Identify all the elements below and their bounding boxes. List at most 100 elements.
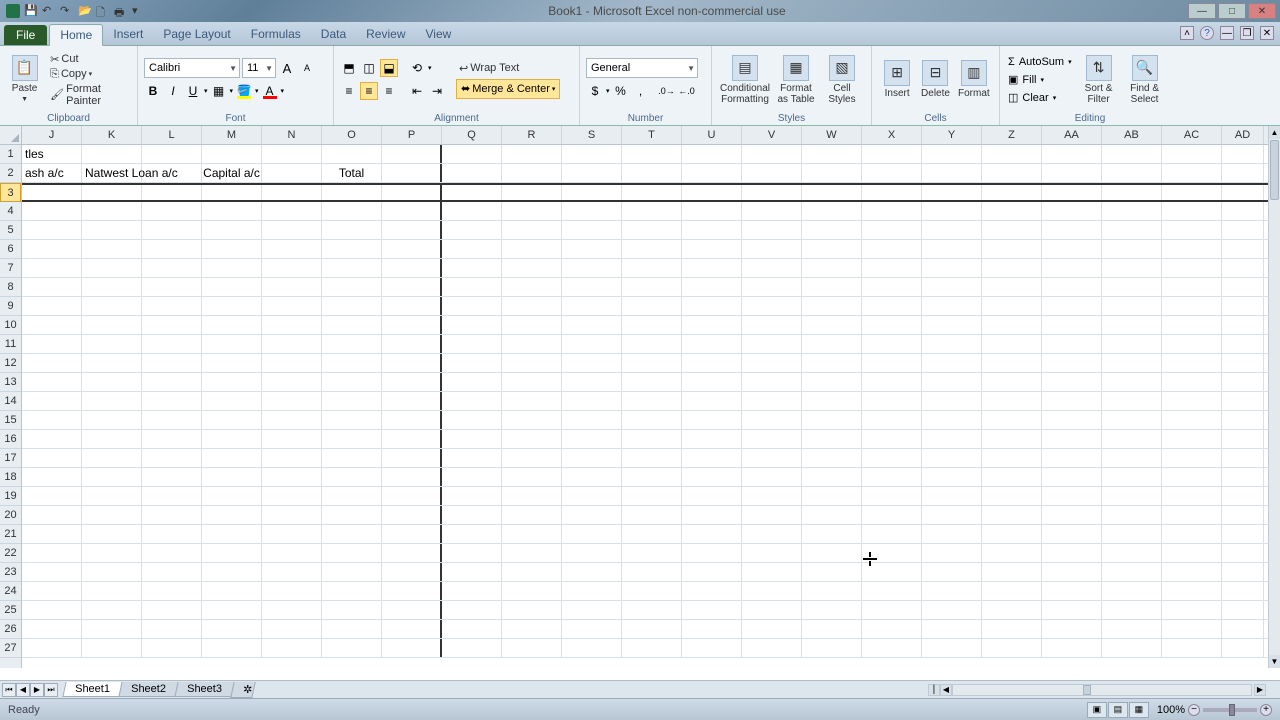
cell[interactable] [922, 354, 982, 372]
cell[interactable] [862, 487, 922, 505]
cell[interactable] [742, 164, 802, 182]
cell[interactable] [922, 202, 982, 220]
cell[interactable] [922, 185, 982, 200]
row-header[interactable]: 11 [0, 335, 21, 354]
cell[interactable] [922, 297, 982, 315]
column-header[interactable]: P [382, 126, 442, 144]
cell[interactable] [502, 316, 562, 334]
cell[interactable] [82, 544, 142, 562]
cell[interactable] [82, 563, 142, 581]
cell[interactable] [442, 145, 502, 163]
cell[interactable] [502, 620, 562, 638]
cell[interactable] [982, 259, 1042, 277]
cell[interactable] [202, 544, 262, 562]
cell[interactable] [682, 316, 742, 334]
cell[interactable] [1102, 544, 1162, 562]
column-header[interactable]: J [22, 126, 82, 144]
cell[interactable] [562, 185, 622, 200]
cell[interactable] [802, 639, 862, 657]
cell[interactable] [862, 354, 922, 372]
cell[interactable] [1222, 335, 1264, 353]
cell[interactable] [262, 373, 322, 391]
cell[interactable] [922, 487, 982, 505]
cell[interactable] [142, 506, 202, 524]
cell[interactable] [322, 525, 382, 543]
cell[interactable] [142, 278, 202, 296]
cell[interactable] [322, 202, 382, 220]
cell[interactable] [142, 145, 202, 163]
cell[interactable] [322, 639, 382, 657]
cell[interactable] [1102, 259, 1162, 277]
cell[interactable] [1102, 185, 1162, 200]
cell[interactable] [1102, 316, 1162, 334]
cell[interactable] [1102, 240, 1162, 258]
row-header[interactable]: 24 [0, 582, 21, 601]
cell[interactable] [922, 563, 982, 581]
cell[interactable] [82, 316, 142, 334]
cell[interactable] [862, 506, 922, 524]
cell[interactable] [622, 392, 682, 410]
cell[interactable] [322, 354, 382, 372]
conditional-formatting-button[interactable]: ▤Conditional Formatting [718, 49, 772, 111]
cell[interactable] [622, 544, 682, 562]
cell[interactable] [682, 335, 742, 353]
decrease-indent-button[interactable]: ⇤ [408, 82, 426, 100]
cell[interactable] [442, 259, 502, 277]
cell[interactable] [202, 411, 262, 429]
cell[interactable] [1162, 544, 1222, 562]
column-header[interactable]: S [562, 126, 622, 144]
cell[interactable] [202, 221, 262, 239]
cell[interactable] [1042, 297, 1102, 315]
cell[interactable] [1222, 601, 1264, 619]
cell[interactable] [1102, 563, 1162, 581]
cell[interactable] [1042, 354, 1102, 372]
scroll-down-button[interactable]: ▼ [1269, 655, 1280, 668]
cell[interactable] [742, 639, 802, 657]
cell[interactable]: Natwest Loan a/c [82, 164, 142, 182]
scroll-up-button[interactable]: ▲ [1269, 126, 1280, 139]
cell[interactable]: tles [22, 145, 82, 163]
cell[interactable] [982, 145, 1042, 163]
cell[interactable] [922, 278, 982, 296]
cell[interactable] [202, 563, 262, 581]
cell[interactable] [802, 164, 862, 182]
cell[interactable] [22, 335, 82, 353]
cell[interactable] [262, 639, 322, 657]
cell[interactable] [82, 525, 142, 543]
cell[interactable] [142, 316, 202, 334]
cell[interactable] [1162, 202, 1222, 220]
cell[interactable] [442, 601, 502, 619]
cell[interactable] [1042, 202, 1102, 220]
cell[interactable] [1162, 487, 1222, 505]
cell[interactable] [1102, 392, 1162, 410]
column-header[interactable]: Z [982, 126, 1042, 144]
column-header[interactable]: K [82, 126, 142, 144]
cell[interactable] [382, 145, 442, 163]
cell[interactable] [1102, 582, 1162, 600]
cell[interactable] [382, 411, 442, 429]
increase-decimal-button[interactable]: .0→ [658, 82, 676, 100]
zoom-slider-knob[interactable] [1229, 704, 1235, 716]
cell[interactable] [502, 373, 562, 391]
column-header[interactable]: AD [1222, 126, 1264, 144]
column-header[interactable]: O [322, 126, 382, 144]
column-header[interactable]: AB [1102, 126, 1162, 144]
column-headers[interactable]: JKLMNOPQRSTUVWXYZAAABACAD [22, 126, 1268, 145]
cell[interactable] [562, 620, 622, 638]
cell[interactable] [922, 259, 982, 277]
cell[interactable] [682, 297, 742, 315]
row-header[interactable]: 21 [0, 525, 21, 544]
scroll-thumb[interactable] [1270, 140, 1279, 200]
cell[interactable] [442, 639, 502, 657]
row-header[interactable]: 18 [0, 468, 21, 487]
cell[interactable] [742, 487, 802, 505]
cell[interactable] [382, 620, 442, 638]
cell[interactable] [442, 411, 502, 429]
cell[interactable] [142, 601, 202, 619]
cell[interactable] [22, 506, 82, 524]
column-header[interactable]: X [862, 126, 922, 144]
sort-filter-button[interactable]: ⇅Sort & Filter [1078, 49, 1120, 111]
cell[interactable] [982, 582, 1042, 600]
cell[interactable] [1102, 639, 1162, 657]
cell[interactable] [1222, 202, 1264, 220]
